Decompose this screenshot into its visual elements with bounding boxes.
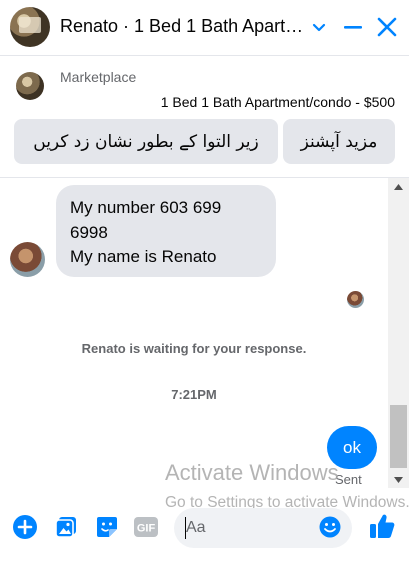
scrollbar-thumb[interactable] (390, 405, 407, 468)
activate-windows-watermark: Activate Windows (165, 460, 339, 485)
message-line: My name is Renato (70, 247, 217, 266)
incoming-message-bubble[interactable]: My number 603 699 6998 My name is Renato (56, 185, 276, 277)
plus-icon[interactable] (12, 514, 38, 540)
chat-header: Renato · 1 Bed 1 Bath Apartment/condo (0, 0, 409, 56)
chat-window: Renato · 1 Bed 1 Bath Apartment/condo Ma… (0, 0, 409, 568)
outgoing-message-text: ok (343, 437, 361, 457)
chat-title[interactable]: Renato · 1 Bed 1 Bath Apartment/condo (60, 16, 305, 37)
marketplace-listing-thumbnail[interactable] (16, 72, 44, 100)
listing-avatar[interactable] (10, 7, 50, 47)
read-receipt-avatar (347, 291, 364, 308)
text-caret (185, 517, 186, 539)
sticker-icon[interactable] (94, 514, 120, 540)
message-line: 6998 (70, 222, 108, 242)
like-icon[interactable] (368, 512, 396, 540)
close-icon[interactable] (376, 16, 398, 38)
scrollbar[interactable] (388, 178, 409, 488)
message-line: My number 603 699 (70, 198, 222, 217)
scroll-up-arrow-icon[interactable] (388, 178, 409, 195)
avatar[interactable] (10, 242, 45, 277)
marketplace-label: Marketplace (60, 69, 137, 85)
emoji-icon[interactable] (319, 516, 341, 538)
listing-title[interactable]: 1 Bed 1 Bath Apartment/condo - $500 (161, 94, 395, 110)
gif-label: GIF (137, 523, 156, 535)
gif-icon[interactable]: GIF (133, 514, 159, 540)
photo-icon[interactable] (53, 514, 79, 540)
mark-as-pending-button[interactable]: زیر التوا کے بطور نشان زد کریں (14, 119, 278, 164)
message-timestamp: 7:21PM (171, 387, 217, 402)
scroll-down-arrow-icon[interactable] (388, 471, 409, 488)
minimize-icon[interactable] (343, 17, 363, 37)
waiting-status: Renato is waiting for your response. (81, 341, 307, 356)
chevron-down-icon[interactable] (311, 19, 327, 35)
more-options-button[interactable]: مزید آپشنز (283, 119, 395, 164)
sent-status: Sent (335, 472, 362, 487)
